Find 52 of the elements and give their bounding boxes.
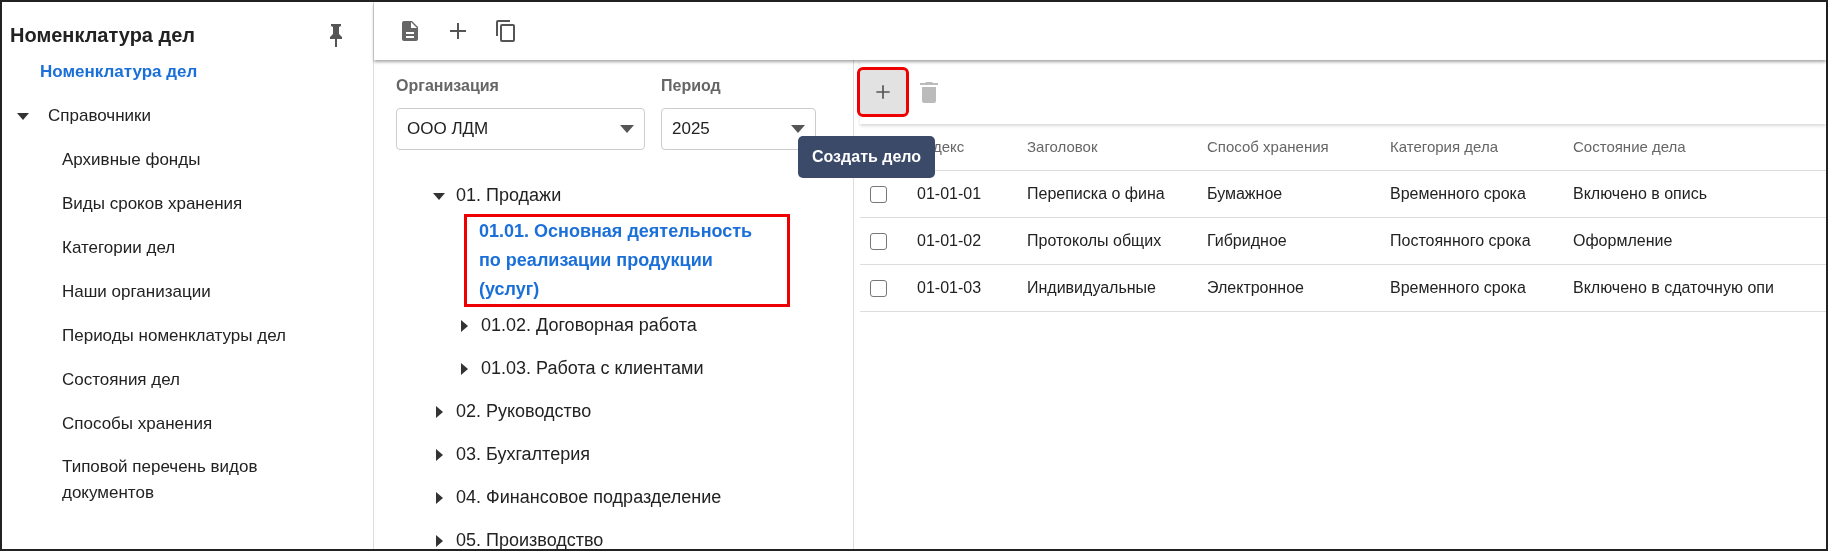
table-cell: Временного срока [1390,184,1526,202]
tree-node[interactable]: 01.02. Договорная работа [481,312,697,339]
sidebar-item[interactable]: Виды сроков хранения [62,190,243,218]
sidebar-title: Номенклатура дел [10,23,196,48]
tree-node[interactable]: 01. Продажи [456,182,562,209]
table-cell: Временного срока [1390,278,1526,296]
tree-node[interactable]: 02. Руководство [456,398,592,425]
dropdown-caret-icon [791,125,805,133]
tree-node[interactable]: 01.01. Основная деятельность по реализации продукции (услуг) [467,217,787,304]
sidebar-item[interactable]: Типовой перечень видов документов [62,454,353,507]
tree-node[interactable]: 04. Финансовое подразделение [456,484,722,511]
field-label: Организация [396,76,500,96]
row-checkbox[interactable] [870,185,887,203]
table-cell: Индивидуальные [1027,278,1156,296]
copy-icon[interactable] [494,19,518,43]
row-checkbox[interactable] [870,232,887,250]
sidebar-item[interactable]: Способы хранения [62,410,213,438]
add-button[interactable] [860,70,906,114]
table-cell: Включено в опись [1573,184,1708,202]
sidebar-item[interactable]: Категории дел [62,234,176,262]
dropdown-caret-icon [620,125,634,133]
column-header: Состояние дела [1573,137,1686,155]
sidebar-item[interactable]: Наши организации [62,278,211,306]
table-cell: Постоянного срока [1390,231,1531,249]
table-cell: Гибридное [1207,231,1287,249]
row-checkbox[interactable] [870,279,887,297]
pin-icon[interactable] [327,23,345,47]
table-cell: 01-01-01 [917,184,982,202]
table-cell: Оформление [1573,231,1673,249]
dropdown-field[interactable]: ООО ЛДМ [396,108,645,150]
table-cell: Протоколы общих [1027,231,1162,249]
sidebar-item[interactable]: Справочники [48,103,151,129]
field-label: Период [661,76,722,96]
add-icon [873,82,893,102]
tree-node[interactable]: 01.03. Работа с клиентами [481,355,704,382]
tree-node[interactable]: 05. Производство [456,527,604,551]
column-header: Способ хранения [1207,137,1329,155]
table-cell: Переписка о фина [1027,184,1165,202]
table-cell: 01-01-02 [917,231,982,249]
table-cell: Включено в сдаточную опи [1573,278,1774,296]
column-header: Категория дела [1390,137,1498,155]
sidebar-item[interactable]: Архивные фонды [62,146,201,174]
column-header: Заголовок [1027,137,1098,155]
sidebar-item[interactable]: Периоды номенклатуры дел [62,322,286,350]
tooltip: Создать дело [798,136,936,178]
table-cell: Бумажное [1207,184,1283,202]
sidebar-item[interactable]: Состояния дел [62,366,181,394]
table-cell: 01-01-03 [917,278,982,296]
table-cell: Электронное [1207,278,1304,296]
sidebar-item[interactable]: Номенклатура дел [40,59,198,85]
tree-node[interactable]: 03. Бухгалтерия [456,441,590,468]
dropdown-field[interactable]: 2025 [661,108,816,150]
